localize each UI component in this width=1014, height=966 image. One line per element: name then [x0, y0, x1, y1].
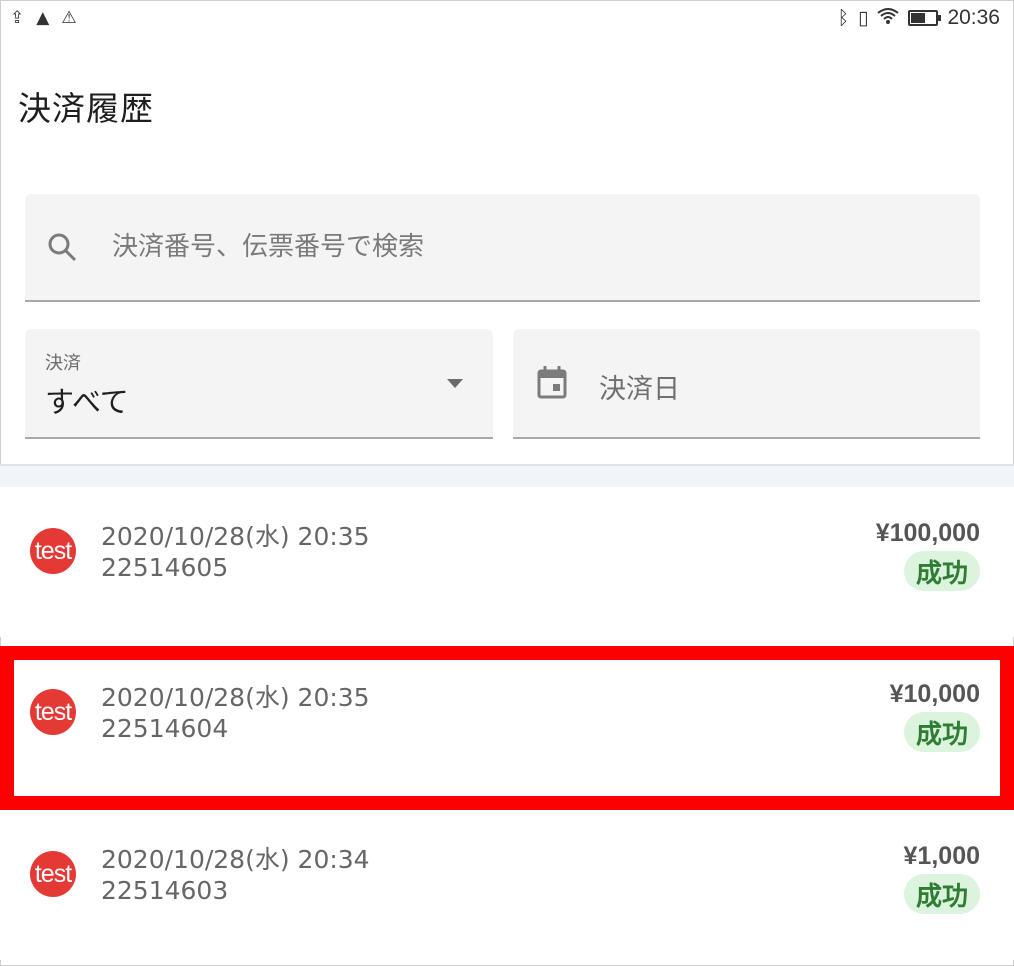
page-title: 決済履歴: [18, 89, 154, 128]
status-badge: 成功: [903, 551, 980, 591]
transaction-number: 22514603: [101, 876, 229, 905]
calendar-icon: [537, 365, 567, 403]
wifi-icon: [877, 7, 900, 30]
avatar: test: [30, 851, 76, 897]
payment-filter-value: すべて: [45, 385, 129, 419]
payment-filter-select[interactable]: 決済 すべて: [25, 329, 493, 439]
search-field[interactable]: [25, 194, 980, 302]
transaction-row[interactable]: test 2020/10/28(水) 20:35 22514605 ¥100,0…: [0, 487, 1014, 637]
transaction-datetime: 2020/10/28(水) 20:35: [101, 683, 370, 712]
battery-icon: [908, 10, 942, 26]
upload-icon: ⇪: [10, 8, 25, 28]
avatar: test: [30, 689, 76, 735]
vibrate-icon: ▯: [857, 7, 869, 29]
list-divider: [0, 464, 1014, 488]
dropdown-arrow-icon: [447, 379, 463, 388]
payment-filter-label: 決済: [45, 353, 81, 374]
lock-icon: ▲: [36, 8, 50, 28]
status-badge: 成功: [903, 874, 980, 914]
transaction-row[interactable]: test 2020/10/28(水) 20:35 22514604 ¥10,00…: [0, 648, 1014, 798]
transaction-number: 22514605: [101, 553, 229, 582]
transaction-datetime: 2020/10/28(水) 20:35: [101, 522, 370, 551]
transaction-datetime: 2020/10/28(水) 20:34: [101, 845, 370, 874]
search-icon: [47, 232, 77, 266]
status-bar: ⇪ ▲ ⚠ ᛒ ▯ 20:36: [0, 0, 1014, 44]
warning-icon: ⚠: [61, 8, 77, 28]
transaction-amount: ¥10,000: [889, 680, 980, 708]
transaction-amount: ¥100,000: [875, 519, 980, 547]
status-time: 20:36: [947, 6, 1000, 29]
bluetooth-icon: ᛒ: [837, 7, 849, 29]
transaction-number: 22514604: [101, 714, 229, 743]
transaction-row[interactable]: test 2020/10/28(水) 20:34 22514603 ¥1,000…: [0, 810, 1014, 960]
status-badge: 成功: [903, 712, 980, 752]
payment-date-placeholder: 決済日: [599, 374, 680, 405]
payment-date-field[interactable]: 決済日: [513, 329, 980, 439]
search-input[interactable]: [110, 224, 934, 270]
transaction-amount: ¥1,000: [903, 842, 980, 870]
avatar: test: [30, 528, 76, 574]
